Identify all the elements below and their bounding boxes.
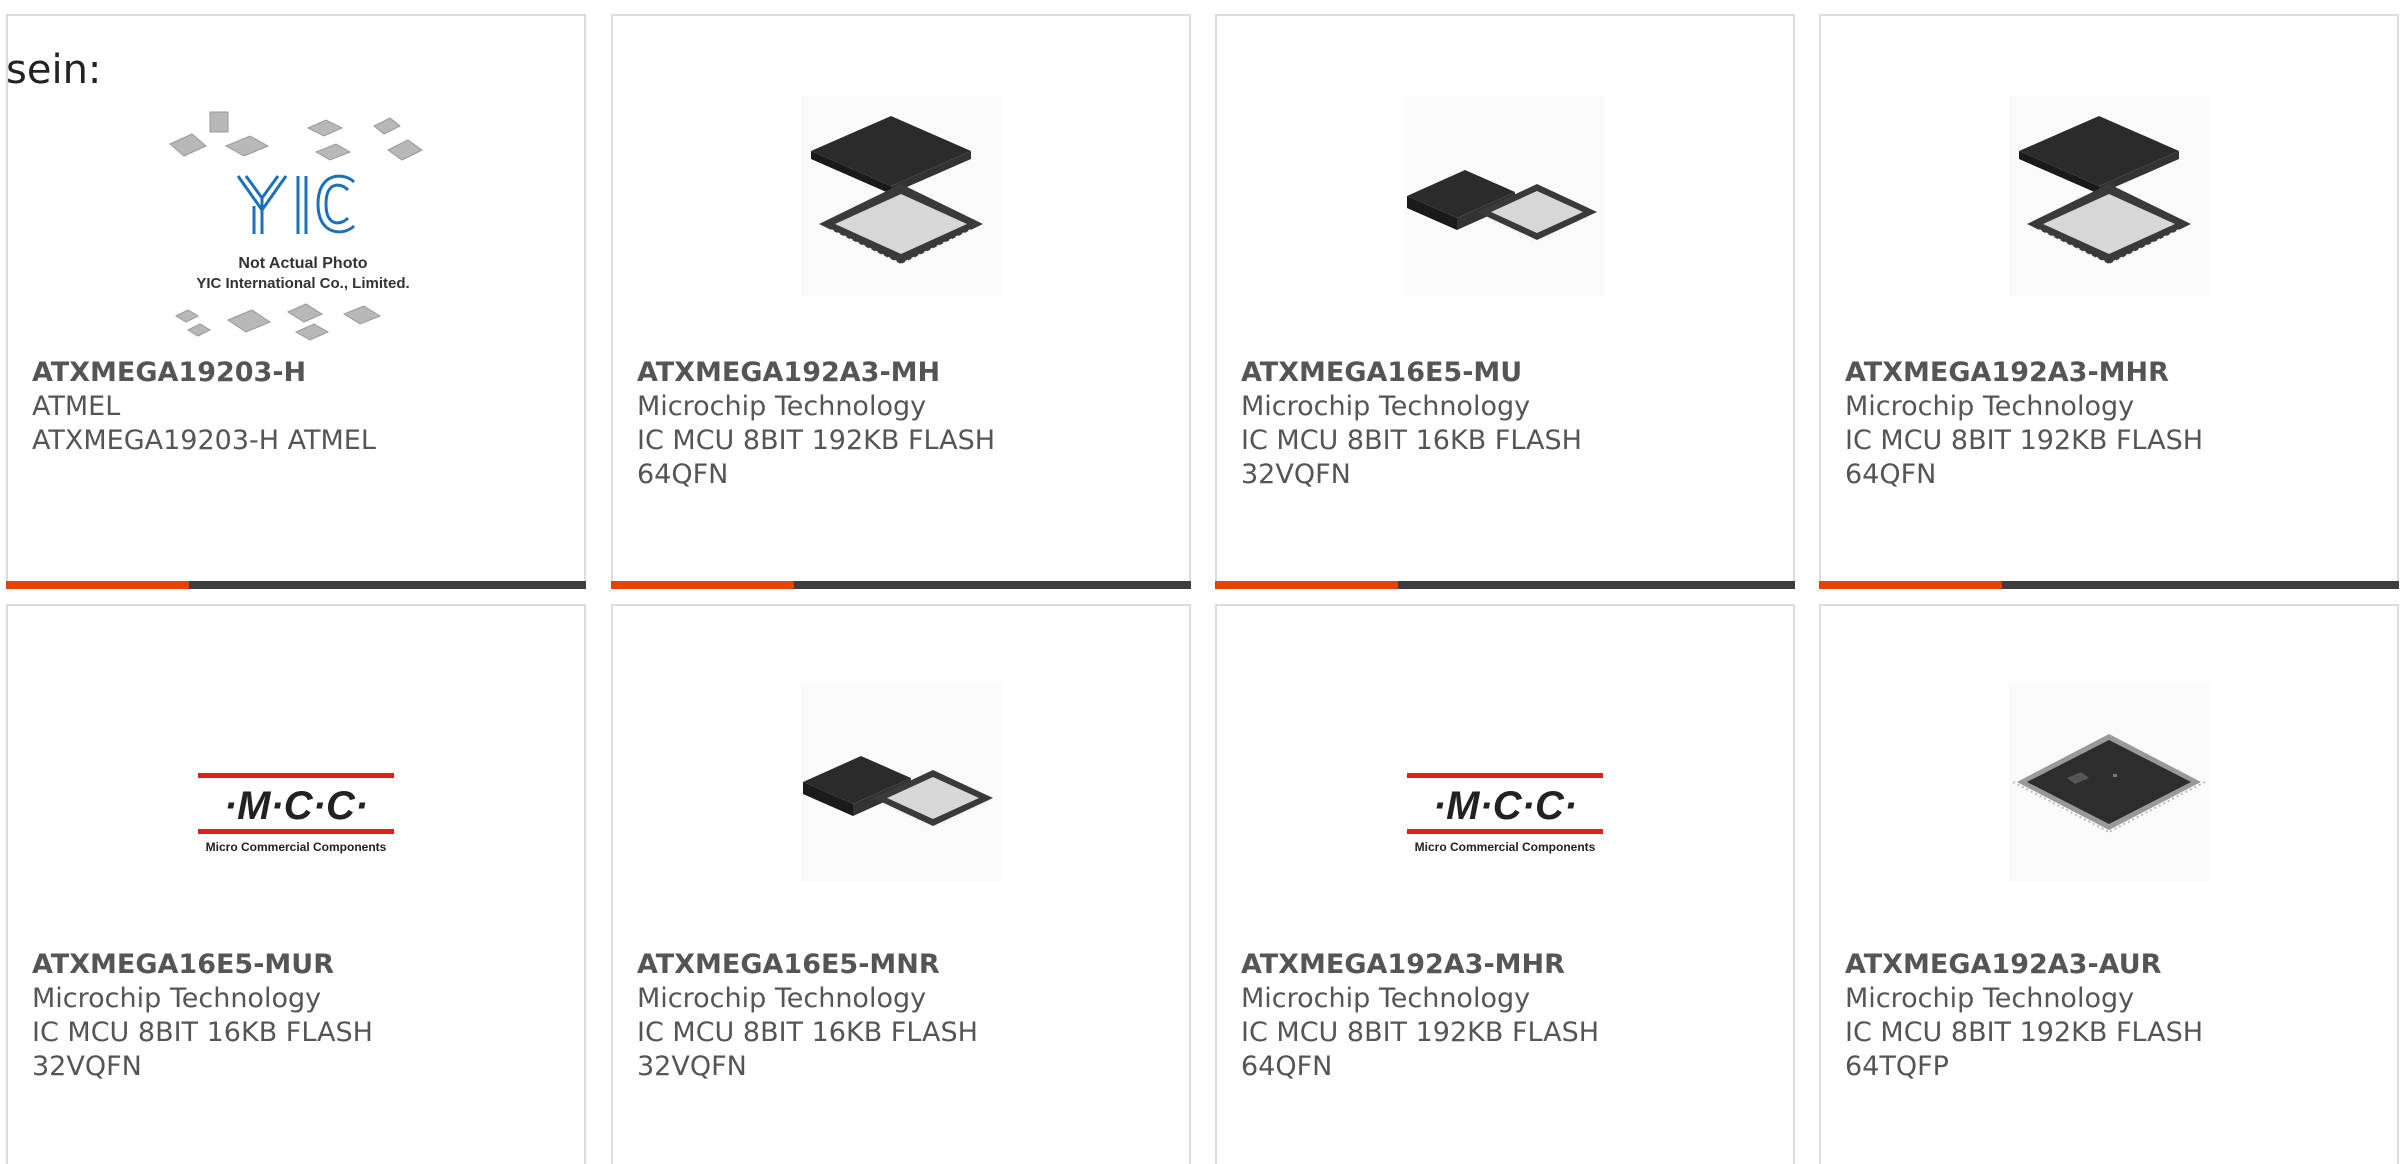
- description: ATXMEGA19203-H ATMEL: [32, 425, 376, 456]
- placeholder-line2: YIC International Co., Limited.: [196, 275, 409, 292]
- manufacturer: ATMEL: [32, 391, 121, 422]
- mcc-logo-image: ·M·C·C· Micro Commercial Components: [1395, 706, 1615, 906]
- qfn-chip-pair-image: [801, 682, 1001, 882]
- part-number[interactable]: ATXMEGA16E5-MU: [1241, 356, 1761, 390]
- qfn-chip-stack-image: [2009, 96, 2209, 296]
- placeholder-line1: Not Actual Photo: [238, 255, 367, 272]
- product-card[interactable]: ATXMEGA16E5-MNR Microchip Technology IC …: [611, 604, 1191, 1164]
- product-card[interactable]: Not Actual Photo YIC International Co., …: [6, 14, 586, 589]
- package: 32VQFN: [637, 1051, 747, 1082]
- description: IC MCU 8BIT 16KB FLASH: [637, 1017, 978, 1048]
- tqfp-chip-image: [2009, 682, 2209, 882]
- description: IC MCU 8BIT 16KB FLASH: [32, 1017, 373, 1048]
- description: IC MCU 8BIT 192KB FLASH: [1845, 1017, 2204, 1048]
- package: 64QFN: [1241, 1051, 1333, 1082]
- product-card[interactable]: ATXMEGA192A3-AUR Microchip Technology IC…: [1819, 604, 2399, 1164]
- qfn-chip-stack-image: [801, 96, 1001, 296]
- package: 32VQFN: [32, 1051, 142, 1082]
- package: 64QFN: [637, 459, 729, 490]
- part-number[interactable]: ATXMEGA192A3-AUR: [1845, 948, 2365, 982]
- description: IC MCU 8BIT 192KB FLASH: [1845, 425, 2204, 456]
- manufacturer: Microchip Technology: [1241, 983, 1531, 1014]
- manufacturer: Microchip Technology: [637, 983, 927, 1014]
- mcc-sub: Micro Commercial Components: [1415, 840, 1596, 854]
- manufacturer: Microchip Technology: [637, 391, 927, 422]
- mcc-mark: ·M·C·C·: [1433, 784, 1577, 828]
- product-card[interactable]: ATXMEGA16E5-MU Microchip Technology IC M…: [1215, 14, 1795, 589]
- mcc-mark: ·M·C·C·: [224, 784, 368, 828]
- part-number[interactable]: ATXMEGA192A3-MHR: [1845, 356, 2365, 390]
- intro-text: sein:: [6, 47, 102, 93]
- package: 32VQFN: [1241, 459, 1351, 490]
- part-number[interactable]: ATXMEGA19203-H: [32, 356, 552, 390]
- part-number[interactable]: ATXMEGA192A3-MH: [637, 356, 1157, 390]
- qfn-chip-pair-image: [1405, 96, 1605, 296]
- mcc-logo-image: ·M·C·C· Micro Commercial Components: [186, 706, 406, 906]
- product-card[interactable]: ATXMEGA192A3-MHR Microchip Technology IC…: [1819, 14, 2399, 589]
- card-accent-bar: [611, 581, 1191, 589]
- description: IC MCU 8BIT 16KB FLASH: [1241, 425, 1582, 456]
- part-number[interactable]: ATXMEGA16E5-MUR: [32, 948, 552, 982]
- product-card[interactable]: ·M·C·C· Micro Commercial Components ATXM…: [6, 604, 586, 1164]
- card-accent-bar: [6, 581, 586, 589]
- manufacturer: Microchip Technology: [32, 983, 322, 1014]
- package: 64QFN: [1845, 459, 1937, 490]
- description: IC MCU 8BIT 192KB FLASH: [1241, 1017, 1600, 1048]
- product-card[interactable]: ATXMEGA192A3-MH Microchip Technology IC …: [611, 14, 1191, 589]
- part-number[interactable]: ATXMEGA16E5-MNR: [637, 948, 1157, 982]
- yic-placeholder-image: Not Actual Photo YIC International Co., …: [158, 106, 448, 356]
- card-accent-bar: [1215, 581, 1795, 589]
- product-card[interactable]: ·M·C·C· Micro Commercial Components ATXM…: [1215, 604, 1795, 1164]
- manufacturer: Microchip Technology: [1845, 983, 2135, 1014]
- description: IC MCU 8BIT 192KB FLASH: [637, 425, 996, 456]
- mcc-sub: Micro Commercial Components: [206, 840, 387, 854]
- part-number[interactable]: ATXMEGA192A3-MHR: [1241, 948, 1761, 982]
- manufacturer: Microchip Technology: [1241, 391, 1531, 422]
- manufacturer: Microchip Technology: [1845, 391, 2135, 422]
- card-accent-bar: [1819, 581, 2399, 589]
- package: 64TQFP: [1845, 1051, 1949, 1082]
